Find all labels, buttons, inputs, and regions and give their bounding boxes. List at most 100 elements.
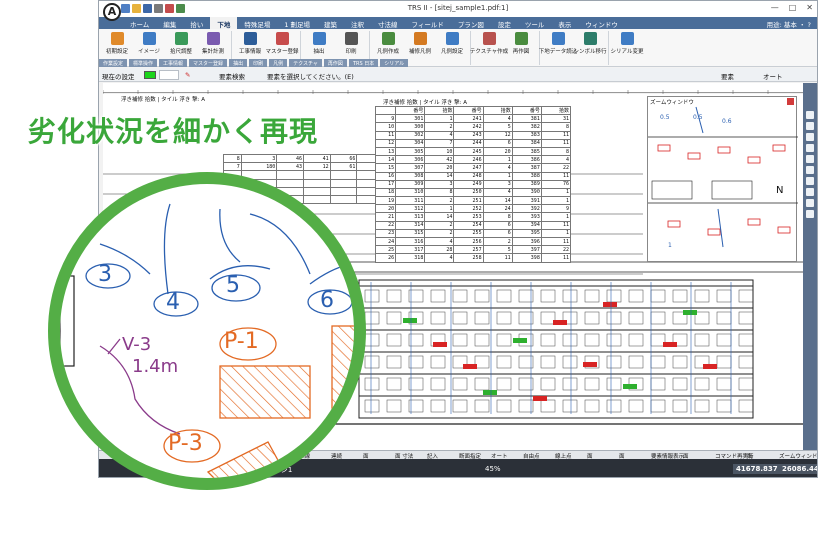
window-frame [364, 377, 380, 391]
ribbon-button-label: マスター登録 [265, 49, 299, 55]
window-frame [584, 311, 600, 325]
ribbon-button[interactable]: 下地データ読込 [539, 30, 577, 60]
window-frame [430, 311, 446, 325]
zoom-annotation-label: 0.5 [660, 114, 670, 121]
table-cell: 1 [424, 204, 455, 214]
layer-dropdown[interactable] [159, 70, 179, 80]
menu-tab[interactable]: 特殊足場 [237, 17, 277, 29]
table-cell: 316 [395, 236, 426, 247]
table-cell: 22 [540, 245, 572, 255]
table-cell: 17 [374, 179, 397, 189]
app-logo[interactable]: A [103, 3, 121, 21]
side-tool-button[interactable] [806, 177, 814, 185]
table-row: 20 312 1 252 24 392 9 [374, 204, 572, 214]
table-cell: 386 [511, 155, 542, 165]
menu-tab[interactable]: 編集 [156, 17, 183, 29]
layer-color-swatch[interactable] [144, 71, 156, 79]
auto-mode-dropdown[interactable]: オート [763, 71, 783, 81]
ribbon-button[interactable]: 凡例作成 [373, 30, 403, 60]
ribbon-button-icon [243, 32, 257, 45]
ribbon-button[interactable]: 補修凡例 [405, 30, 435, 60]
menu-tab[interactable]: プラン図 [451, 17, 491, 29]
menu-tab[interactable]: ツール [518, 17, 552, 29]
current-setting-label: 現在の設定 [102, 73, 135, 81]
minimize-icon[interactable]: — [771, 3, 779, 12]
table-cell: 381 [511, 114, 542, 124]
table-cell: 1 [540, 228, 572, 239]
window-frame [430, 289, 446, 303]
window-frame [694, 333, 710, 347]
ribbon-button[interactable]: イメージ [134, 30, 164, 60]
menu-tab[interactable]: ホーム [123, 17, 156, 29]
side-tool-button[interactable] [806, 166, 814, 174]
menu-tab[interactable]: 拾い [183, 17, 210, 29]
ribbon-button[interactable]: シリアル変更 [611, 30, 643, 60]
table-cell: 301 [395, 114, 426, 124]
side-tool-button[interactable] [806, 133, 814, 141]
defect-mark [553, 320, 567, 325]
ribbon-button[interactable]: テクスチャ作成 [470, 30, 508, 60]
menu-tab[interactable]: 下地 [210, 17, 238, 29]
table-cell: 314 [395, 220, 426, 230]
crack-code-label: V-3 [122, 334, 152, 355]
table-cell: 61 [329, 162, 358, 172]
side-tool-button[interactable] [806, 122, 814, 130]
menu-tab[interactable]: 設定 [491, 17, 518, 29]
mode-indicator[interactable]: 用途: 基本 ・ ? [767, 19, 811, 29]
table-cell: 1 [540, 196, 572, 206]
zoom-window[interactable]: ズームウィンドウ 0.5 0.5 0.6 1 N [647, 96, 798, 262]
side-tool-button[interactable] [806, 144, 814, 152]
element-search-button[interactable]: 要素検索 [219, 71, 245, 81]
window-frame [364, 289, 380, 303]
table-cell: 385 [511, 146, 542, 157]
element-mode-label[interactable]: 要素 [721, 71, 734, 81]
ribbon-button[interactable]: 初期設定 [102, 30, 132, 60]
table-cell: 21 [374, 212, 397, 222]
ribbon-button[interactable]: 拾尺調整 [166, 30, 196, 60]
menu-tab[interactable]: 表示 [551, 17, 578, 29]
table-cell: 66 [329, 153, 358, 164]
menu-tab[interactable]: フィールド [405, 17, 451, 29]
menu-tab[interactable]: 建築 [317, 17, 344, 29]
menu-tab[interactable]: 1 劃足場 [277, 17, 317, 29]
window-controls: — □ ✕ [771, 3, 813, 12]
defect-mark [707, 228, 721, 236]
ribbon-button-icon [344, 32, 358, 45]
headline-text: 劣化状況を細かく再現 [28, 115, 319, 148]
ribbon-button[interactable]: 工事情報 [235, 30, 265, 60]
table-cell: 12 [374, 138, 397, 148]
ribbon-button-icon [275, 32, 289, 45]
table-cell: 243 [453, 130, 484, 140]
ribbon-button[interactable]: 再作図 [506, 30, 536, 60]
close-icon[interactable] [787, 98, 794, 105]
zoom-level[interactable]: 45% [485, 465, 501, 473]
window-frame [651, 180, 693, 200]
side-tool-button[interactable] [806, 199, 814, 207]
menu-tab[interactable]: ウィンドウ [578, 17, 625, 29]
ribbon-button[interactable]: シンボル移行 [574, 30, 607, 60]
menu-tab[interactable]: 寸法線 [371, 17, 405, 29]
table-cell: 258 [453, 253, 484, 263]
defect-mark [683, 310, 697, 315]
maximize-icon[interactable]: □ [789, 3, 797, 12]
ribbon-button[interactable]: 集計計測 [198, 30, 228, 60]
close-icon[interactable]: ✕ [806, 3, 813, 12]
side-tool-button[interactable] [806, 188, 814, 196]
ribbon-button[interactable]: 凡例設定 [437, 30, 467, 60]
menu-tab[interactable]: 注釈 [344, 17, 371, 29]
window-frame [584, 377, 600, 391]
side-tool-button[interactable] [806, 155, 814, 163]
table-cell: 300 [395, 122, 426, 132]
side-tool-button[interactable] [806, 111, 814, 119]
ribbon-button[interactable]: 抽出 [304, 30, 334, 60]
zoom-annotation-label: 0.6 [722, 118, 732, 125]
side-tool-button[interactable] [806, 210, 814, 218]
window-frame [606, 377, 622, 391]
table-cell: 306 [395, 155, 426, 165]
peel-area-hatch [331, 325, 354, 417]
ribbon-button[interactable]: 印刷 [336, 30, 366, 60]
pen-icon[interactable]: ✎ [185, 71, 190, 79]
table-cell: 302 [395, 130, 426, 140]
ribbon-button[interactable]: マスター登録 [265, 30, 299, 60]
peel-code-p3: P-3 [168, 431, 203, 456]
